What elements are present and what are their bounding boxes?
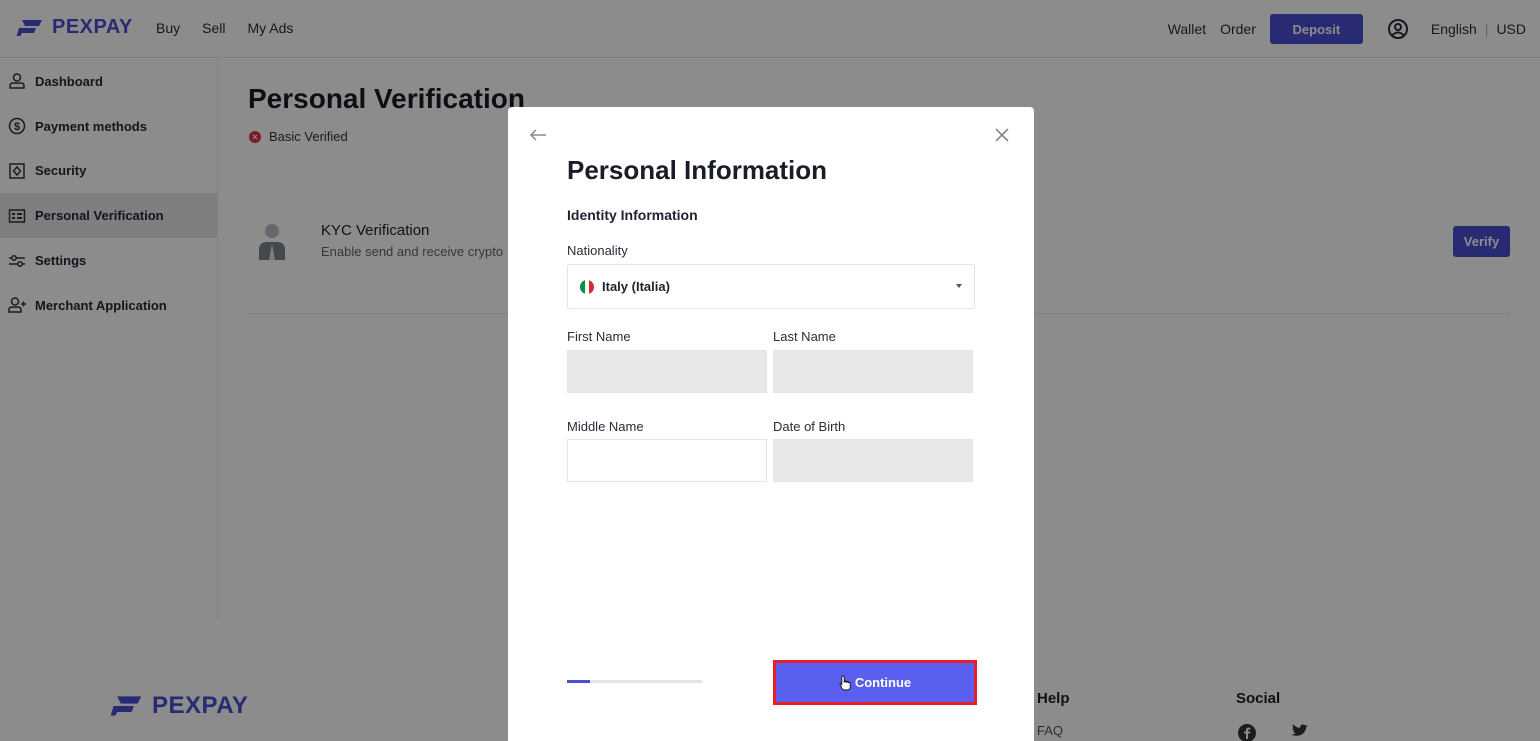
step-progress-bar [567,680,702,683]
back-arrow-icon[interactable] [528,125,548,145]
middle-name-field[interactable] [567,439,767,482]
nationality-select[interactable]: Italy (Italia) [567,264,975,309]
middle-name-label: Middle Name [567,419,644,434]
date-of-birth-field[interactable] [773,439,973,482]
hand-cursor-icon [839,675,851,690]
nationality-label: Nationality [567,243,628,258]
first-name-field[interactable] [567,350,767,393]
italy-flag-icon [580,279,594,294]
first-name-label: First Name [567,329,631,344]
nationality-value: Italy (Italia) [602,279,670,294]
chevron-down-icon [956,284,962,288]
continue-label: Continue [854,675,912,690]
close-icon[interactable] [994,127,1010,143]
personal-information-modal: Personal Information Identity Informatio… [508,107,1034,741]
last-name-field[interactable] [773,350,973,393]
dob-label: Date of Birth [773,419,846,434]
last-name-label: Last Name [773,329,836,344]
modal-title: Personal Information [567,155,828,185]
continue-button[interactable]: Continue [773,660,977,705]
section-heading: Identity Information [567,207,698,223]
step-progress-fill [567,680,590,683]
